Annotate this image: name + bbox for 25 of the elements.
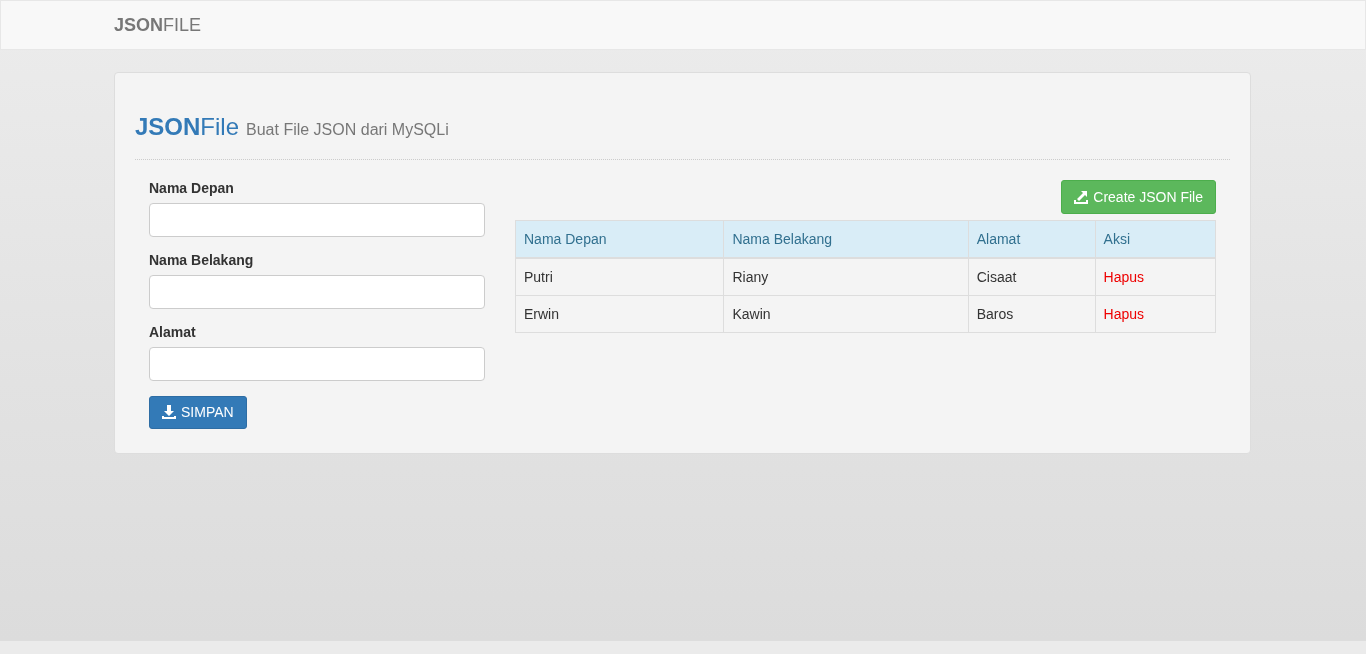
table-cell: Cisaat (968, 258, 1096, 296)
table-cell: Putri (515, 258, 724, 296)
delete-link[interactable]: Hapus (1103, 306, 1145, 322)
input-field[interactable] (149, 275, 485, 309)
table-cell: Baros (968, 295, 1096, 333)
create-json-button[interactable]: Create JSON File (1061, 180, 1216, 214)
input-field[interactable] (149, 347, 485, 381)
column-header: Aksi (1095, 220, 1216, 258)
export-icon (1074, 190, 1089, 204)
column-header: Alamat (968, 220, 1096, 258)
page-subtitle: Buat File JSON dari MySQLi (246, 121, 449, 139)
brand-logo[interactable]: JSONFILE (114, 14, 202, 36)
page-title: JSONFile (135, 113, 240, 141)
field-label: Nama Depan (149, 180, 235, 196)
delete-link[interactable]: Hapus (1103, 269, 1145, 285)
field-label: Alamat (149, 324, 197, 340)
input-field[interactable] (149, 203, 485, 237)
save-button[interactable]: SIMPAN (149, 396, 247, 429)
table-cell: Erwin (515, 295, 724, 333)
column-header: Nama Belakang (723, 220, 969, 258)
table-cell: Riany (723, 258, 969, 296)
download-icon (162, 405, 176, 419)
field-label: Nama Belakang (149, 252, 255, 268)
column-header: Nama Depan (515, 220, 724, 258)
table-cell: Kawin (723, 295, 969, 333)
